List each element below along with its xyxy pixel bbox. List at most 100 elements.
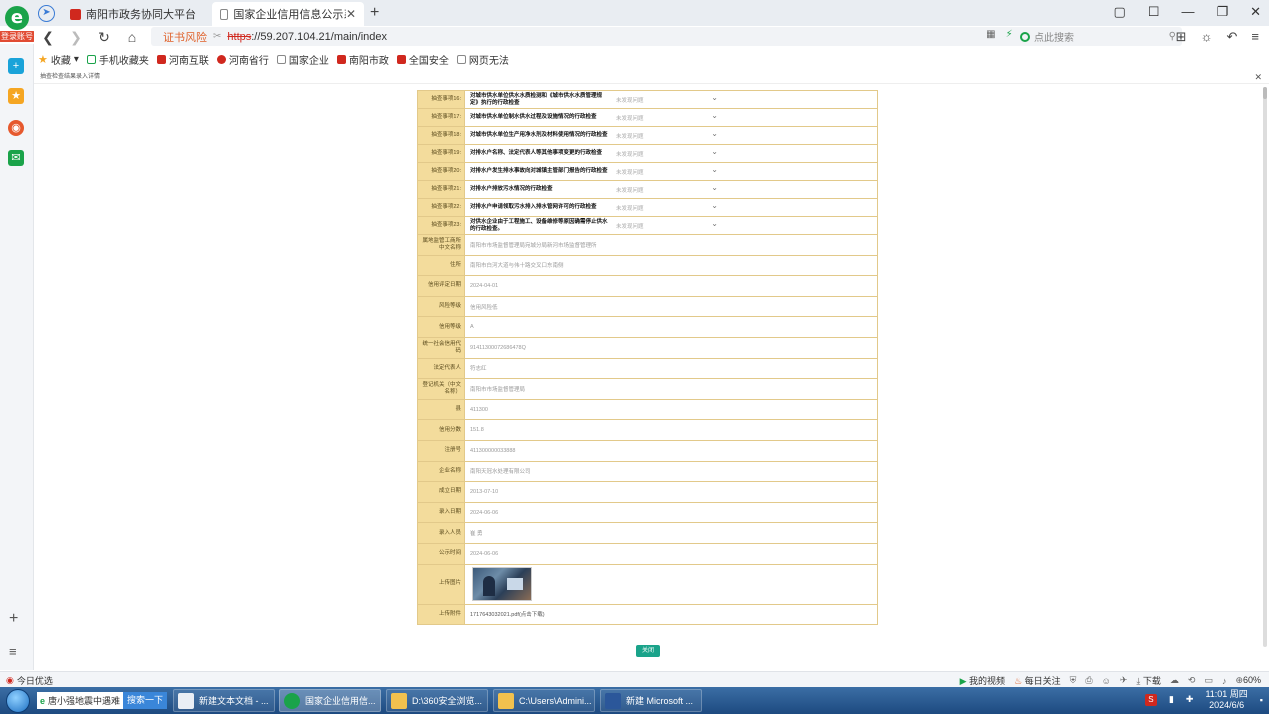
taskbar-item-notepad[interactable]: 新建文本文档 - ...	[173, 689, 275, 712]
bookmark-page-error[interactable]: 网页无法	[456, 52, 509, 67]
matter-result-value: 未发现问题	[616, 151, 644, 158]
inspection-form: 抽查事项16: 对城市供水单位供水水质检测和《城市供水水质管理规定》执行的行政检查…	[417, 90, 878, 626]
close-icon[interactable]: ✕	[346, 7, 356, 21]
taskbar-search[interactable]: e 唐小强地震中遇难 搜索一下	[37, 692, 167, 709]
ime-icon[interactable]: S	[1144, 693, 1157, 706]
daily-picks-icon: ◉	[6, 675, 14, 685]
sync-icon[interactable]: ⟲	[1188, 675, 1196, 686]
bookmark-nanyang-gov[interactable]: 南阳市政	[336, 52, 389, 67]
daily-follow-link[interactable]: ♨ 每日关注	[1014, 674, 1061, 687]
info-row: 县 411300	[417, 398, 878, 421]
home-button[interactable]: ⌂	[118, 29, 146, 45]
tab-count-icon[interactable]: ▢	[1113, 4, 1125, 20]
bookmark-label: 河南省行	[228, 55, 269, 67]
tab-credit-system[interactable]: 国家企业信用信息公示系统(河南 ✕	[212, 2, 364, 26]
apps-icon[interactable]: ⊞	[1176, 29, 1187, 45]
daily-picks[interactable]: ◉ 今日优选	[6, 674, 53, 687]
new-tab-button[interactable]: +	[370, 4, 379, 22]
window-icon[interactable]: ▭	[1204, 675, 1213, 686]
battery-icon[interactable]: ▮	[1169, 694, 1174, 705]
scrollbar-thumb[interactable]	[1263, 87, 1267, 99]
reload-button[interactable]: ↻	[90, 29, 118, 46]
mail-icon[interactable]: ✉	[8, 150, 24, 166]
zoom-control[interactable]: ⊕60%	[1235, 675, 1261, 686]
brightness-icon[interactable]: ☼	[1201, 29, 1213, 45]
taskbar-item-folder-c[interactable]: C:\Users\Admini...	[493, 689, 595, 712]
matter-row: 抽查事项16: 对城市供水单位供水水质检测和《城市供水水质管理规定》执行的行政检查…	[417, 90, 878, 109]
volume-icon[interactable]: ♪	[1222, 676, 1227, 686]
matter-result-value: 未发现问题	[616, 187, 644, 194]
info-row: 住所 南阳市白河大道与伟十路交叉口东南侧	[417, 254, 878, 277]
bookmark-national-safety[interactable]: 全国安全	[396, 52, 449, 67]
matter-result-select[interactable]: 未发现问题 ⌄	[616, 201, 718, 212]
matter-result-select[interactable]: 未发现问题 ⌄	[616, 165, 718, 176]
matter-result-select[interactable]: 未发现问题 ⌄	[616, 93, 718, 104]
tab-title: 南阳市政务协同大平台	[86, 9, 196, 21]
lightning-icon[interactable]: ⚡	[1006, 29, 1013, 40]
shield-icon[interactable]: ⛨	[1070, 675, 1077, 686]
restore-button[interactable]: ❐	[1216, 4, 1228, 20]
taskbar-item-browser[interactable]: 国家企业信用信...	[279, 689, 381, 712]
taskbar-item-word[interactable]: 新建 Microsoft ...	[600, 689, 702, 712]
download-link[interactable]: ⤓ 下载	[1136, 674, 1161, 687]
start-button[interactable]	[6, 689, 30, 713]
bookmark-favorites[interactable]: ★ 收藏 ▾	[38, 52, 79, 67]
add-sidebar-button[interactable]: +	[9, 610, 18, 628]
my-video-link[interactable]: ▶ 我的视频	[960, 674, 1005, 687]
address-bar[interactable]: 证书风险 ✂ https://59.207.104.21/main/index …	[151, 27, 1041, 46]
translate-icon[interactable]: ☺	[1102, 676, 1111, 686]
sidebar-menu-icon[interactable]: ≡	[9, 644, 17, 659]
screenshot-icon[interactable]: ⎙	[1085, 675, 1092, 686]
search-box[interactable]: 点此搜索 ⚲	[1014, 27, 1182, 46]
skin-icon[interactable]: ☐	[1148, 4, 1160, 20]
matter-cell: 对排水户名称、法定代表人等其他事项变更的行政检查 未发现问题 ⌄	[464, 144, 878, 163]
matter-result-select[interactable]: 未发现问题 ⌄	[616, 219, 718, 230]
plus-app-icon[interactable]: +	[8, 58, 24, 74]
matter-result-select[interactable]: 未发现问题 ⌄	[616, 129, 718, 140]
close-icon[interactable]: ✕	[1254, 70, 1262, 84]
bookmarks-bar: ★ 收藏 ▾ 手机收藏夹 河南互联 河南省行 国家企业 南阳市政 全国安全 网页无…	[34, 48, 1269, 70]
matter-result-select[interactable]: 未发现问题 ⌄	[616, 111, 718, 122]
bookmark-national-enterprise[interactable]: 国家企业	[276, 52, 329, 67]
page-icon	[456, 54, 466, 64]
file-download-link[interactable]: 1717643032021.pdf(点击下载)	[470, 612, 545, 618]
uploaded-photo[interactable]	[472, 567, 532, 601]
back-button[interactable]: ❮	[34, 29, 62, 46]
favorites-icon[interactable]: ★	[8, 88, 24, 104]
field-label: 信用分数	[417, 419, 465, 441]
bookmark-henan-internet[interactable]: 河南互联	[156, 52, 209, 67]
minimize-button[interactable]: —	[1181, 4, 1194, 20]
matter-result-select[interactable]: 未发现问题 ⌄	[616, 147, 718, 158]
network-icon[interactable]: ✚	[1186, 694, 1194, 705]
navigate-icon[interactable]: ➤	[38, 5, 55, 22]
cloud-icon[interactable]: ☁	[1170, 675, 1179, 686]
matter-result-select[interactable]: 未发现问题 ⌄	[616, 183, 718, 194]
bookmark-henan-province[interactable]: 河南省行	[216, 52, 269, 67]
show-desktop-button[interactable]: ▪	[1260, 695, 1263, 705]
word-icon	[605, 692, 621, 709]
weibo-icon[interactable]: ◉	[8, 120, 24, 136]
taskbar-search-button[interactable]: 搜索一下	[122, 692, 167, 709]
scrollbar[interactable]	[1263, 87, 1267, 647]
taskbar-item-folder-d[interactable]: D:\360安全浏览...	[386, 689, 488, 712]
page-icon	[220, 8, 229, 20]
matter-text: 对排水户名称、法定代表人等其他事项变更的行政检查	[470, 150, 603, 157]
cert-warning[interactable]: 证书风险	[163, 29, 207, 45]
qr-icon[interactable]: ▦	[986, 29, 995, 40]
tab-gov-platform[interactable]: 南阳市政务协同大平台	[62, 2, 210, 26]
bookmark-label: 网页无法	[468, 55, 509, 67]
search-input[interactable]: 点此搜索	[1034, 29, 1074, 44]
clock[interactable]: 11:01 周四 2024/6/6	[1205, 689, 1247, 711]
pin-icon[interactable]: ✈	[1120, 675, 1128, 686]
taskbar-search-text[interactable]: 唐小强地震中遇难	[48, 694, 120, 707]
undo-icon[interactable]: ↶	[1227, 29, 1238, 45]
forward-button[interactable]: ❯	[62, 29, 90, 46]
close-button[interactable]: 关闭	[636, 645, 660, 657]
browser-logo[interactable]: e 登录账号	[0, 0, 35, 44]
login-badge[interactable]: 登录账号	[0, 31, 35, 42]
close-window-button[interactable]: ✕	[1250, 4, 1261, 20]
bookmark-mobile[interactable]: 手机收藏夹	[86, 52, 149, 67]
matter-label: 抽查事项23:	[417, 216, 465, 235]
menu-icon[interactable]: ≡	[1251, 29, 1259, 45]
daily-picks-label: 今日优选	[16, 676, 53, 686]
